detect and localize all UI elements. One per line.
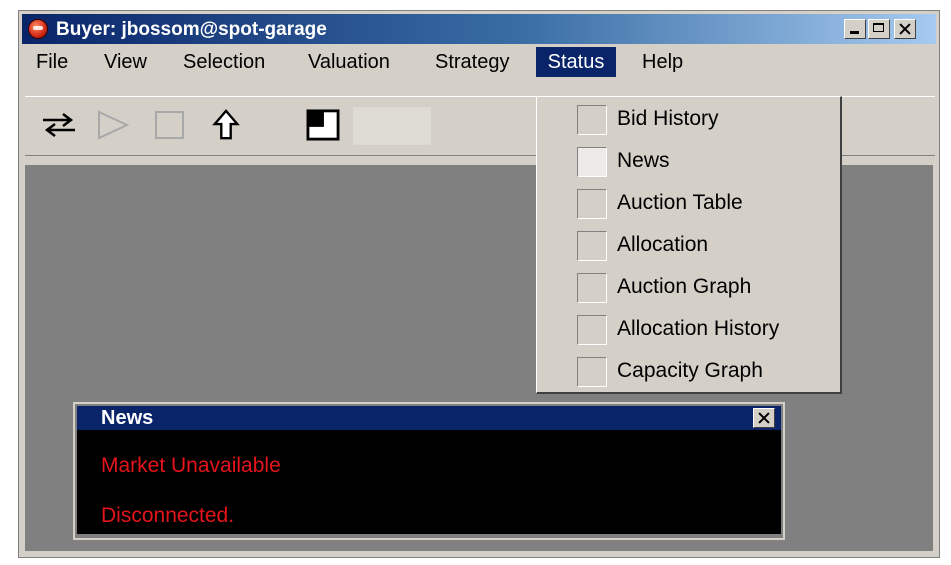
checkbox[interactable] <box>577 189 607 219</box>
status-menu-item-allocation[interactable]: Allocation <box>537 225 841 267</box>
status-menu-item-news[interactable]: News <box>537 141 841 183</box>
menu-item-label: News <box>617 149 670 172</box>
menu-view[interactable]: View <box>98 47 153 77</box>
news-close-button[interactable] <box>753 408 775 428</box>
toolbar-blank-area <box>353 107 431 145</box>
menu-item-label: Auction Table <box>617 191 743 214</box>
app-window: Buyer: jbossom@spot-garage File View Sel… <box>18 10 940 558</box>
status-menu-item-allocation-history[interactable]: Allocation History <box>537 309 841 351</box>
news-title-bar[interactable]: News <box>77 406 781 430</box>
menu-selection[interactable]: Selection <box>177 47 271 77</box>
menu-item-label: Bid History <box>617 107 719 130</box>
news-message-1: Market Unavailable <box>101 454 281 477</box>
close-button[interactable] <box>894 19 916 39</box>
menu-valuation[interactable]: Valuation <box>302 47 396 77</box>
menu-status[interactable]: Status <box>536 47 616 77</box>
window-title: Buyer: jbossom@spot-garage <box>56 19 327 40</box>
stop-icon[interactable] <box>153 109 187 141</box>
status-dropdown-menu: Bid History News Auction Table Allocatio… <box>536 96 842 394</box>
menu-item-label: Allocation <box>617 233 709 256</box>
news-panel: News Market Unavailable Disconnected. <box>73 402 785 540</box>
app-icon <box>28 19 48 39</box>
minimize-button[interactable] <box>844 19 866 39</box>
checkbox[interactable] <box>577 147 607 177</box>
checkbox[interactable] <box>577 105 607 135</box>
menu-help[interactable]: Help <box>636 47 689 77</box>
menu-item-label: Auction Graph <box>617 275 752 298</box>
maximize-button[interactable] <box>868 19 890 39</box>
menu-item-label: Capacity Graph <box>617 359 763 382</box>
title-bar[interactable]: Buyer: jbossom@spot-garage <box>22 14 936 44</box>
checkbox[interactable] <box>577 273 607 303</box>
play-icon[interactable] <box>95 109 131 141</box>
news-title: News <box>101 407 154 429</box>
news-message-2: Disconnected. <box>101 504 235 527</box>
checkbox[interactable] <box>577 315 607 345</box>
checkbox[interactable] <box>577 357 607 387</box>
news-message-area: Market Unavailable Disconnected. <box>77 430 781 534</box>
menu-file[interactable]: File <box>30 47 74 77</box>
window-layout-icon[interactable] <box>305 109 341 141</box>
status-menu-item-capacity-graph[interactable]: Capacity Graph <box>537 351 841 393</box>
up-arrow-icon[interactable] <box>211 109 241 141</box>
status-menu-item-auction-table[interactable]: Auction Table <box>537 183 841 225</box>
checkbox[interactable] <box>577 231 607 261</box>
status-menu-item-auction-graph[interactable]: Auction Graph <box>537 267 841 309</box>
menu-item-label: Allocation History <box>617 317 780 340</box>
menu-bar: File View Selection Valuation Strategy S… <box>22 47 936 77</box>
status-menu-item-bid-history[interactable]: Bid History <box>537 99 841 141</box>
swap-arrows-icon[interactable] <box>39 109 79 141</box>
menu-strategy[interactable]: Strategy <box>429 47 515 77</box>
